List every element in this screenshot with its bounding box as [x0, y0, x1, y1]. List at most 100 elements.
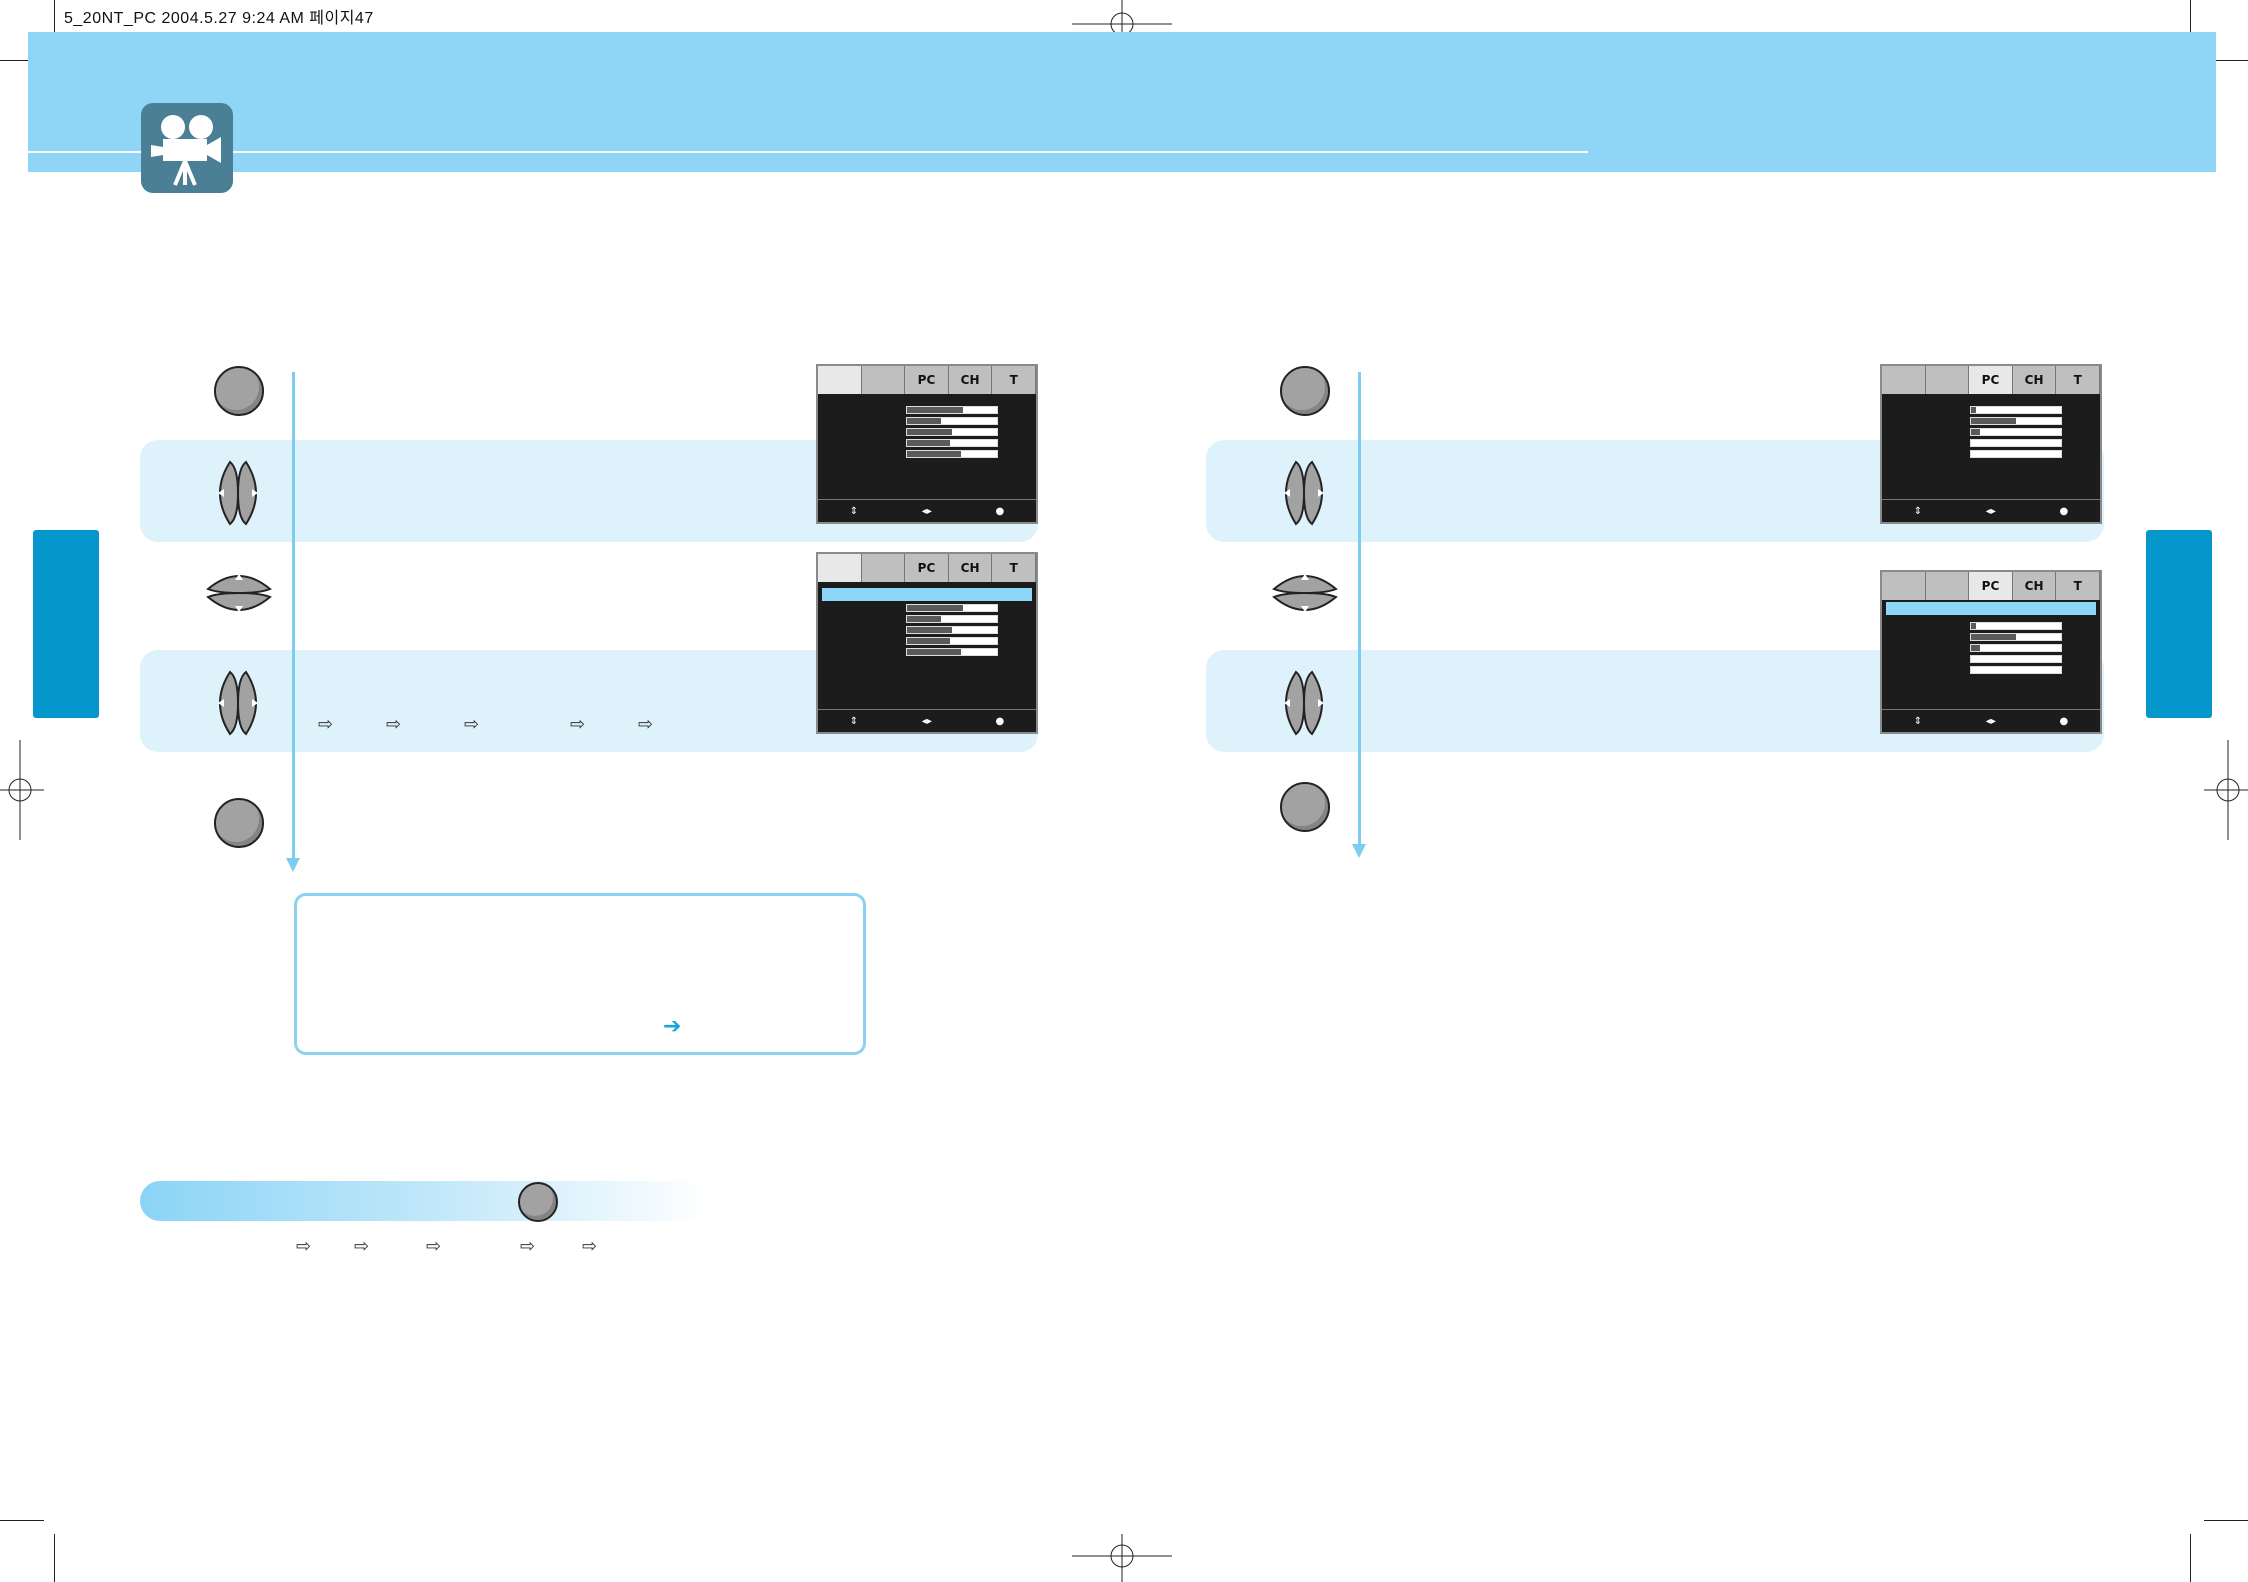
up-down-buttons[interactable] — [1270, 565, 1340, 621]
left-right-buttons[interactable] — [1274, 668, 1334, 738]
osd-footer: ⇕ ◂▸ ● — [818, 499, 1036, 522]
menu-button[interactable] — [214, 366, 264, 416]
osd-footer-hint: ● — [2059, 505, 2069, 517]
osd-level-bar — [1970, 666, 2062, 674]
menu-button[interactable] — [1280, 366, 1330, 416]
osd-level-fill — [907, 418, 942, 424]
osd-tab-label: PC — [917, 561, 936, 575]
osd-footer-hint: ◂▸ — [921, 505, 932, 517]
osd-level-fill — [1971, 634, 2016, 640]
osd-level-fill — [907, 440, 951, 446]
osd-screen: PC CH T ⇕ ◂▸ ● — [816, 364, 1038, 524]
osd-tab-label: PC — [917, 373, 936, 387]
osd-tab: CH — [949, 366, 993, 394]
osd-level-bar — [906, 450, 998, 458]
osd-level-fill — [1971, 418, 2016, 424]
osd-highlight-row — [822, 588, 1032, 601]
crop-mark — [2204, 1520, 2248, 1521]
osd-level-fill — [907, 616, 942, 622]
registration-target — [2204, 740, 2248, 840]
osd-footer-hint: ◂▸ — [1985, 505, 1996, 517]
osd-footer: ⇕ ◂▸ ● — [1882, 499, 2100, 522]
osd-level-bar — [1970, 417, 2062, 425]
up-down-buttons[interactable] — [204, 565, 274, 621]
osd-level-fill — [907, 638, 951, 644]
osd-tab: PC — [1969, 572, 2013, 600]
osd-level-bar — [906, 604, 998, 612]
osd-level-bar — [1970, 633, 2062, 641]
osd-tabs: PC CH T — [818, 554, 1036, 582]
note-box: ➔ — [294, 893, 866, 1055]
osd-footer-hint: ● — [995, 505, 1005, 517]
osd-screen: PC CH T ⇕ ◂▸ ● — [1880, 364, 2102, 524]
osd-level-fill — [907, 605, 963, 611]
header-rule — [28, 151, 1588, 153]
sequence-arrow: ⇨ — [296, 1236, 312, 1257]
osd-footer-hint: ● — [2059, 715, 2069, 727]
osd-tab — [1882, 572, 1926, 600]
chapter-tab-right — [2146, 530, 2212, 718]
registration-target — [1072, 1534, 1172, 1582]
sequence-arrow: ⇨ — [570, 714, 586, 735]
menu-button[interactable] — [518, 1182, 558, 1222]
osd-footer-hint: ⇕ — [849, 715, 859, 727]
osd-tab: T — [2056, 572, 2100, 600]
osd-tab: PC — [905, 554, 949, 582]
movie-camera-icon — [151, 115, 221, 186]
osd-footer-hint: ◂▸ — [921, 715, 932, 727]
osd-tab: T — [2056, 366, 2100, 394]
osd-level-bar — [906, 406, 998, 414]
osd-level-bar — [906, 439, 998, 447]
osd-footer-hint: ⇕ — [1913, 715, 1923, 727]
osd-tab: T — [992, 554, 1036, 582]
osd-level-fill — [1971, 623, 1976, 629]
osd-tab — [818, 366, 862, 394]
osd-level-bar — [906, 637, 998, 645]
osd-tab: CH — [2013, 572, 2057, 600]
osd-tab-label: T — [1009, 561, 1018, 575]
osd-tab: PC — [1969, 366, 2013, 394]
osd-level-fill — [907, 407, 963, 413]
osd-level-bar — [1970, 428, 2062, 436]
osd-footer-hint: ⇕ — [849, 505, 859, 517]
osd-tab-label: T — [1009, 373, 1018, 387]
osd-level-fill — [1971, 407, 1976, 413]
osd-level-bar — [1970, 655, 2062, 663]
osd-tab — [862, 554, 906, 582]
osd-level-fill — [1971, 429, 1980, 435]
osd-level-fill — [1971, 645, 1980, 651]
osd-highlight-row — [1886, 602, 2096, 615]
menu-button[interactable] — [214, 798, 264, 848]
osd-level-bar — [1970, 450, 2062, 458]
osd-tab-label: T — [2073, 373, 2082, 387]
left-right-buttons[interactable] — [1274, 458, 1334, 528]
osd-tab: T — [992, 366, 1036, 394]
flow-line — [292, 372, 295, 862]
arrow-icon: ➔ — [663, 1014, 682, 1039]
osd-footer-hint: ● — [995, 715, 1005, 727]
osd-level-bar — [1970, 622, 2062, 630]
step-sequence: ⇨ ⇨ ⇨ ⇨ ⇨ — [318, 714, 678, 740]
osd-level-fill — [907, 429, 952, 435]
registration-target — [0, 740, 44, 840]
osd-footer-hint: ◂▸ — [1985, 715, 1996, 727]
step-sequence: ⇨ ⇨ ⇨ ⇨ ⇨ — [296, 1236, 656, 1262]
menu-button[interactable] — [1280, 782, 1330, 832]
osd-level-fill — [907, 649, 961, 655]
crop-mark — [2190, 1534, 2191, 1582]
left-right-buttons[interactable] — [208, 668, 268, 738]
osd-tab-label: PC — [1981, 579, 2000, 593]
sequence-arrow: ⇨ — [354, 1236, 370, 1257]
sequence-arrow: ⇨ — [520, 1236, 536, 1257]
osd-footer: ⇕ ◂▸ ● — [1882, 709, 2100, 732]
chapter-tab-left — [33, 530, 99, 718]
osd-level-bar — [906, 428, 998, 436]
section-icon-box — [141, 103, 233, 193]
osd-screen: PC CH T ⇕ ◂▸ ● — [1880, 570, 2102, 734]
left-right-buttons[interactable] — [208, 458, 268, 528]
osd-level-fill — [907, 627, 952, 633]
osd-level-bar — [1970, 439, 2062, 447]
sequence-arrow: ⇨ — [638, 714, 654, 735]
osd-tabs: PC CH T — [1882, 366, 2100, 394]
osd-tab — [1926, 366, 1970, 394]
